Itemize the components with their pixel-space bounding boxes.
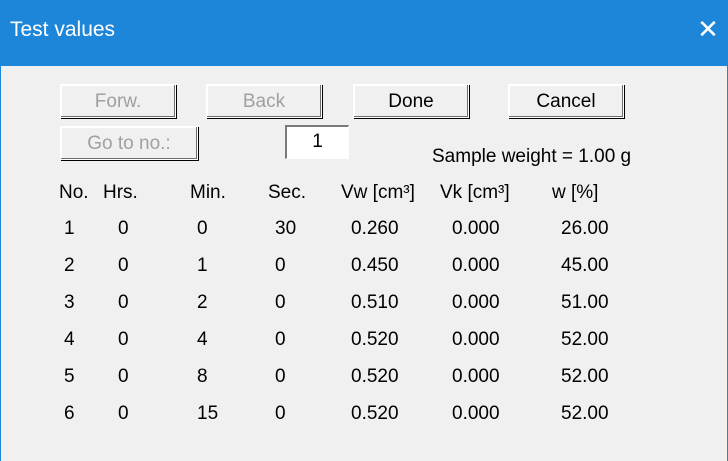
table-cell-sec: 0	[275, 329, 286, 350]
table-cell-vw: 0.260	[351, 218, 399, 239]
table-cell-vk: 0.000	[452, 292, 500, 313]
table-cell-no: 6	[64, 403, 75, 424]
table-cell-sec: 0	[275, 255, 286, 276]
go-to-number-button[interactable]: Go to no.:	[60, 126, 198, 160]
sample-weight-label: Sample weight = 1.00 g	[432, 146, 632, 167]
table-cell-sec: 0	[275, 403, 286, 424]
table-cell-vw: 0.510	[351, 292, 399, 313]
table-cell-vk: 0.000	[452, 403, 500, 424]
table-cell-hrs: 0	[118, 255, 129, 276]
table-cell-w: 45.00	[561, 255, 609, 276]
column-header-min: Min.	[190, 182, 226, 203]
cancel-button[interactable]: Cancel	[508, 84, 624, 118]
table-cell-vw: 0.520	[351, 329, 399, 350]
table-cell-sec: 30	[275, 218, 297, 239]
table-cell-hrs: 0	[118, 366, 129, 387]
table-cell-min: 0	[197, 218, 208, 239]
table-cell-w: 52.00	[561, 329, 609, 350]
column-header-vk: Vk [cm³]	[440, 182, 510, 203]
table-cell-vw: 0.520	[351, 403, 399, 424]
table-cell-min: 2	[197, 292, 208, 313]
done-button[interactable]: Done	[353, 84, 469, 118]
table-cell-sec: 0	[275, 366, 286, 387]
column-header-sec: Sec.	[268, 182, 307, 203]
window-border-left	[0, 66, 1, 461]
table-cell-vk: 0.000	[452, 218, 500, 239]
table-cell-min: 4	[197, 329, 208, 350]
column-header-no: No.	[59, 182, 89, 203]
window-title: Test values	[10, 18, 116, 41]
table-cell-vw: 0.450	[351, 255, 399, 276]
table-cell-vw: 0.520	[351, 366, 399, 387]
table-cell-min: 1	[197, 255, 208, 276]
column-header-vw: Vw [cm³]	[341, 182, 415, 203]
table-cell-hrs: 0	[118, 329, 129, 350]
table-cell-w: 52.00	[561, 366, 609, 387]
table-cell-no: 1	[64, 218, 75, 239]
table-cell-no: 3	[64, 292, 75, 313]
table-cell-w: 26.00	[561, 218, 609, 239]
back-button[interactable]: Back	[206, 84, 322, 118]
table-cell-vk: 0.000	[452, 329, 500, 350]
table-cell-no: 4	[64, 329, 75, 350]
table-cell-no: 2	[64, 255, 75, 276]
column-header-w: w [%]	[552, 182, 599, 203]
table-cell-vk: 0.000	[452, 366, 500, 387]
forward-button[interactable]: Forw.	[60, 84, 176, 118]
record-number-input[interactable]: 1	[285, 125, 349, 159]
table-cell-min: 8	[197, 366, 208, 387]
column-header-hrs: Hrs.	[103, 182, 138, 203]
table-cell-min: 15	[197, 403, 219, 424]
title-bar[interactable]: Test values ✕	[0, 0, 728, 66]
table-cell-no: 5	[64, 366, 75, 387]
table-cell-vk: 0.000	[452, 255, 500, 276]
close-icon[interactable]: ✕	[694, 15, 722, 43]
test-values-dialog: Test values ✕ Forw. Back Done Cancel Go …	[0, 0, 728, 461]
table-cell-w: 52.00	[561, 403, 609, 424]
table-cell-hrs: 0	[118, 218, 129, 239]
table-cell-w: 51.00	[561, 292, 609, 313]
table-cell-hrs: 0	[118, 292, 129, 313]
table-cell-sec: 0	[275, 292, 286, 313]
table-cell-hrs: 0	[118, 403, 129, 424]
